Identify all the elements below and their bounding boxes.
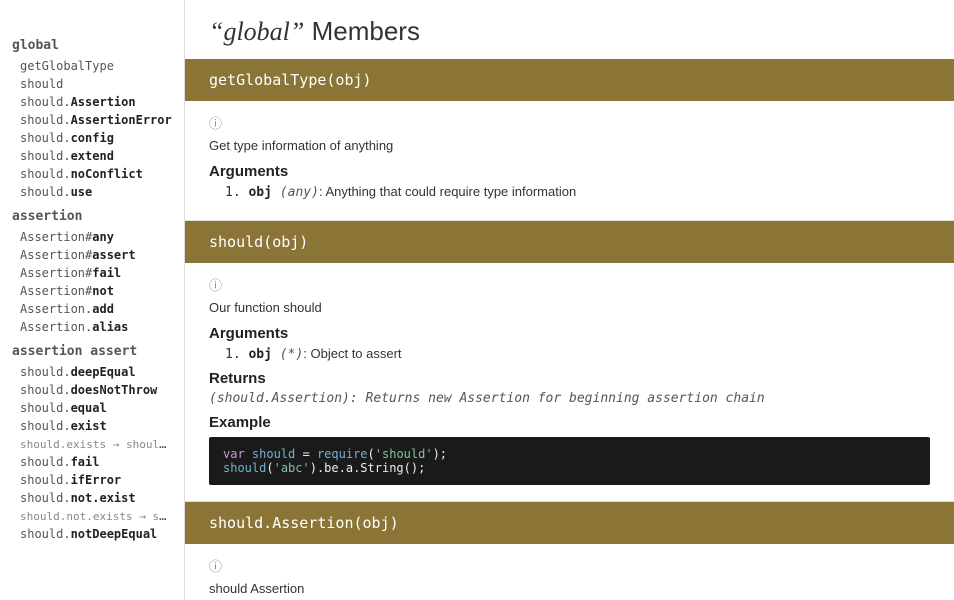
main-content: “global” Members getGlobalType(obj) ⓘ Get … <box>185 0 954 600</box>
section-label-arguments: Arguments <box>209 163 930 180</box>
members-container: getGlobalType(obj) ⓘ Get type information … <box>185 59 954 600</box>
sidebar-item-should.fail[interactable]: should.fail <box>0 453 184 471</box>
sidebar-item-should.exist[interactable]: should.exist <box>0 417 184 435</box>
member-header-should: should(obj) <box>185 221 954 263</box>
member-description: should Assertion <box>209 581 930 596</box>
param-name: obj <box>248 185 271 200</box>
app-title <box>0 10 184 30</box>
member-getGlobalType: getGlobalType(obj) ⓘ Get type information … <box>185 59 954 221</box>
sidebar-item-should.AssertionError[interactable]: should.AssertionError <box>0 111 184 129</box>
section-label-returns: Returns <box>209 370 930 387</box>
sidebar: globalgetGlobalTypeshouldshould.Assertio… <box>0 0 185 600</box>
code-line-2: should('abc').be.a.String(); <box>223 461 916 475</box>
member-header-should.Assertion: should.Assertion(obj) <box>185 502 954 544</box>
sidebar-item-getGlobalType[interactable]: getGlobalType <box>0 57 184 75</box>
sidebar-item-should[interactable]: should <box>0 75 184 93</box>
info-icon: ⓘ <box>209 113 930 132</box>
member-should: should(obj) ⓘ Our function should Arguments… <box>185 221 954 502</box>
sidebar-item-should.noConflict[interactable]: should.noConflict <box>0 165 184 183</box>
sidebar-item-Assertion#any[interactable]: Assertion#any <box>0 228 184 246</box>
sidebar-item-Assertion#not[interactable]: Assertion#not <box>0 282 184 300</box>
page-title-suffix: Members <box>312 16 420 46</box>
code-block: var should = require('should');should('a… <box>209 437 930 485</box>
param-number: 1. <box>225 185 248 200</box>
member-should.Assertion: should.Assertion(obj)ⓘshould AssertionAr… <box>185 502 954 600</box>
page-title-prefix: “global” <box>209 17 304 46</box>
param: 1. obj (any): Anything that could requir… <box>209 184 930 200</box>
section-label-arguments: Arguments <box>209 325 930 342</box>
info-icon: ⓘ <box>209 275 930 294</box>
sidebar-item-should.exists_alias[interactable]: should.exists → should.exist <box>0 435 184 453</box>
sidebar-item-Assertion.add[interactable]: Assertion.add <box>0 300 184 318</box>
sidebar-item-should.config[interactable]: should.config <box>0 129 184 147</box>
sidebar-content: globalgetGlobalTypeshouldshould.Assertio… <box>0 30 184 543</box>
sidebar-section-assertion_assert: assertion assert <box>0 336 184 363</box>
sidebar-item-should.equal[interactable]: should.equal <box>0 399 184 417</box>
sidebar-item-should.notDeepEqual[interactable]: should.notDeepEqual <box>0 525 184 543</box>
info-icon: ⓘ <box>209 556 930 575</box>
sidebar-item-should.deepEqual[interactable]: should.deepEqual <box>0 363 184 381</box>
param-type: (any) <box>272 185 319 200</box>
sidebar-item-should.use[interactable]: should.use <box>0 183 184 201</box>
sidebar-item-Assertion.alias[interactable]: Assertion.alias <box>0 318 184 336</box>
sidebar-item-should.ifError[interactable]: should.ifError <box>0 471 184 489</box>
page-title: “global” Members <box>185 0 954 59</box>
sidebar-section-global: global <box>0 30 184 57</box>
code-line-1: var should = require('should'); <box>223 447 916 461</box>
member-body-should: ⓘ Our function should Arguments 1. obj (*):… <box>185 263 954 502</box>
member-body-getGlobalType: ⓘ Get type information of anything Argumen… <box>185 101 954 221</box>
sidebar-section-assertion: assertion <box>0 201 184 228</box>
param-name: obj <box>248 347 271 362</box>
sidebar-item-should.Assertion[interactable]: should.Assertion <box>0 93 184 111</box>
param-number: 1. <box>225 347 248 362</box>
sidebar-item-should.not.exist[interactable]: should.not.exist <box>0 489 184 507</box>
member-returns: (should.Assertion): Returns new Assertio… <box>209 391 930 406</box>
sidebar-item-Assertion#assert[interactable]: Assertion#assert <box>0 246 184 264</box>
param: 1. obj (*): Object to assert <box>209 346 930 362</box>
member-header-getGlobalType: getGlobalType(obj) <box>185 59 954 101</box>
member-description: Get type information of anything <box>209 138 930 153</box>
section-label-example: Example <box>209 414 930 431</box>
sidebar-item-Assertion#fail[interactable]: Assertion#fail <box>0 264 184 282</box>
sidebar-item-should.extend[interactable]: should.extend <box>0 147 184 165</box>
param-desc: : Object to assert <box>303 346 401 361</box>
param-desc: : Anything that could require type infor… <box>319 184 576 199</box>
member-body-should.Assertion: ⓘshould AssertionArguments <box>185 544 954 600</box>
member-description: Our function should <box>209 300 930 315</box>
sidebar-item-should.doesNotThrow[interactable]: should.doesNotThrow <box>0 381 184 399</box>
param-type: (*) <box>272 347 303 362</box>
sidebar-item-should.not.exists_alias[interactable]: should.not.exists → should.not <box>0 507 184 525</box>
